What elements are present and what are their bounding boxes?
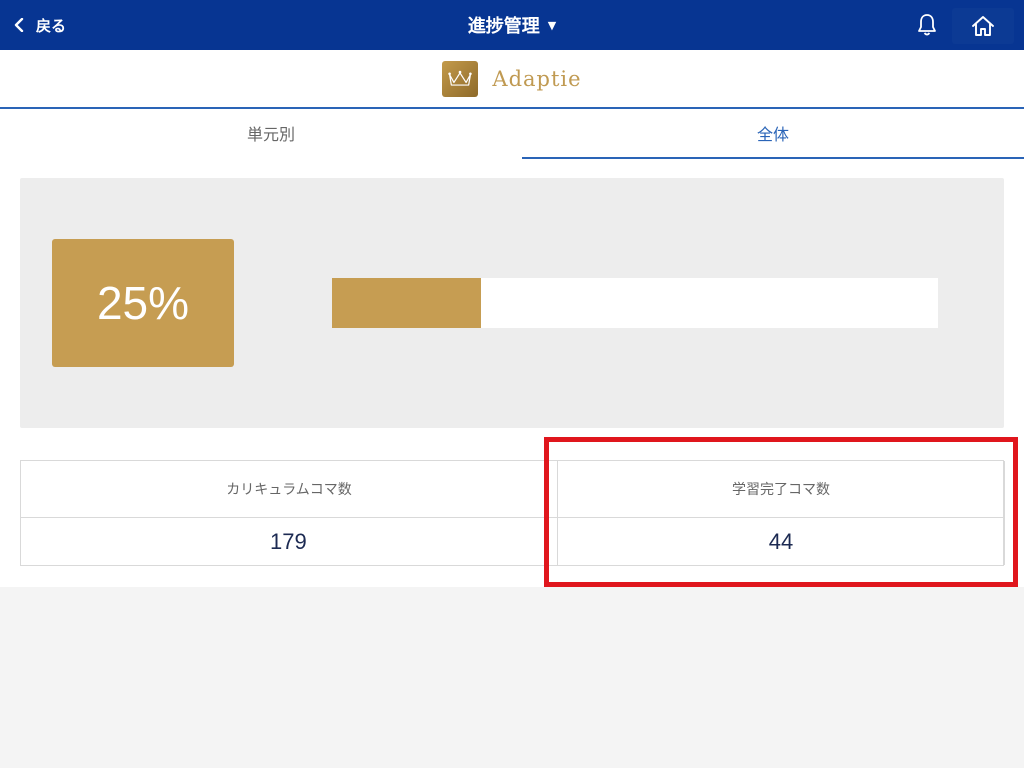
stat-completed: 学習完了コマ数 44	[557, 461, 1005, 565]
stat-completed-value: 44	[768, 529, 794, 554]
brand-name: Adaptie	[492, 66, 582, 91]
stat-completed-label: 学習完了コマ数	[558, 461, 1004, 518]
stat-curriculum: カリキュラムコマ数 179	[21, 461, 557, 565]
progress-bar	[332, 278, 938, 328]
tab-overall[interactable]: 全体	[522, 109, 1024, 159]
bell-icon[interactable]	[914, 12, 940, 38]
progress-percent-badge: 25%	[52, 239, 234, 367]
progress-bar-fill	[332, 278, 482, 328]
top-navigation-bar: 戻る 進捗管理 ▼	[0, 0, 1024, 50]
stats-table: カリキュラムコマ数 179 学習完了コマ数 44	[20, 460, 1005, 566]
stat-curriculum-label: カリキュラムコマ数	[21, 461, 557, 518]
home-button[interactable]	[952, 8, 1014, 44]
page-title: 進捗管理	[467, 16, 540, 37]
tab-bar: 単元別 全体	[0, 109, 1024, 159]
brand-bar: Adaptie	[0, 50, 1024, 109]
page-title-dropdown[interactable]: 進捗管理 ▼	[0, 0, 1024, 50]
home-icon	[972, 16, 994, 36]
stat-curriculum-value: 179	[270, 529, 307, 554]
progress-panel: 25%	[20, 178, 1004, 428]
crown-icon	[442, 60, 479, 97]
caret-down-icon: ▼	[547, 18, 557, 32]
tab-by-unit[interactable]: 単元別	[20, 109, 522, 157]
